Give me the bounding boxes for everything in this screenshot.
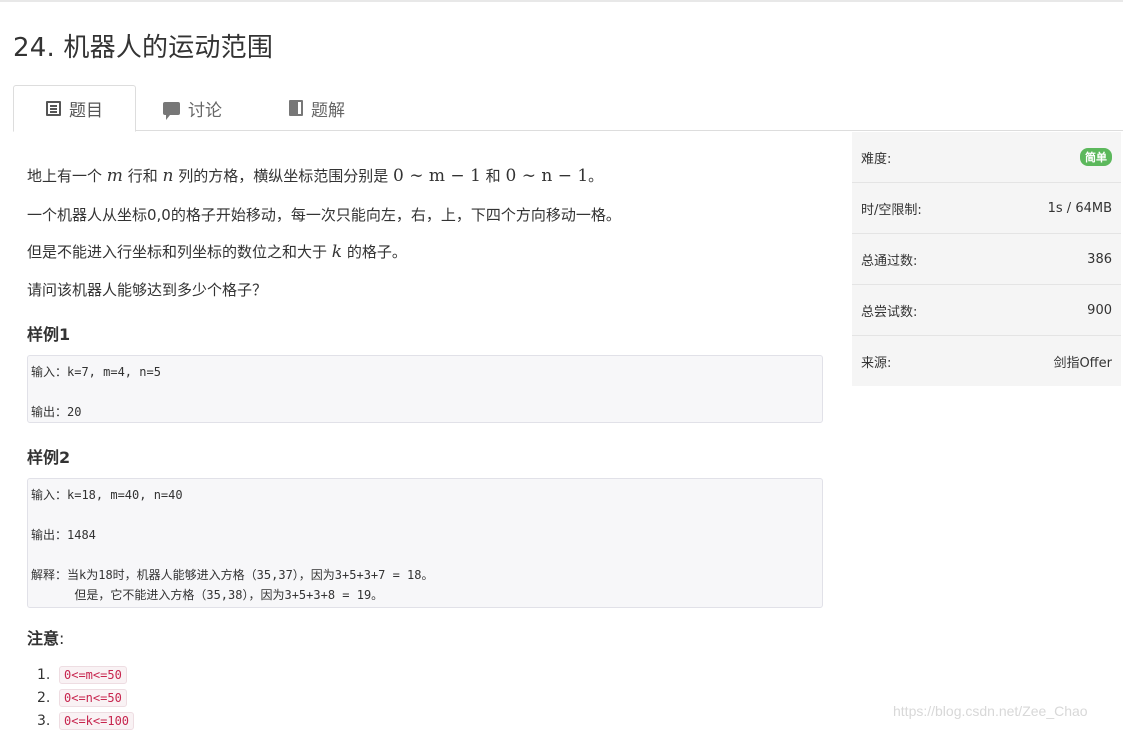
tab-problem[interactable]: 题目 xyxy=(13,85,136,132)
info-label: 来源: xyxy=(861,355,892,371)
list-item: 2. 0<=n<=50 xyxy=(37,686,134,709)
watermark: https://blog.csdn.net/Zee_Chao xyxy=(893,703,1088,719)
info-label: 时/空限制: xyxy=(861,202,922,218)
math-k: k xyxy=(331,242,343,262)
info-row-source: 来源: 剑指Offer xyxy=(852,336,1121,386)
inline-code: 0<=n<=50 xyxy=(59,688,127,707)
text-segment: 但是不能进入行坐标和列坐标的数位之和大于 xyxy=(27,243,328,261)
info-row-difficulty: 难度: 简单 xyxy=(852,132,1121,183)
math-range-m: 0 ∼ m − 1 xyxy=(393,166,481,186)
text-segment: 地上有一个 xyxy=(27,167,103,185)
text-segment: 。 xyxy=(588,167,604,185)
info-value: 900 xyxy=(1087,302,1112,318)
info-value: 1s / 64MB xyxy=(1047,200,1112,216)
math-n: n xyxy=(162,166,174,186)
notes-colon: : xyxy=(59,629,65,648)
book-icon xyxy=(289,100,303,116)
inline-code: 0<=k<=100 xyxy=(59,711,135,730)
notes-list: 1. 0<=m<=50 2. 0<=n<=50 3. 0<=k<=100 xyxy=(37,663,135,731)
math-m: m xyxy=(106,166,123,186)
list-icon xyxy=(46,101,61,116)
problem-line-3: 但是不能进入行坐标和列坐标的数位之和大于 k 的格子。 xyxy=(27,241,407,262)
info-value: 386 xyxy=(1087,251,1112,267)
tab-bar: 题目 讨论 题解 xyxy=(13,85,1123,132)
text-segment: 的格子。 xyxy=(346,243,407,261)
notes-heading-text: 注意 xyxy=(27,629,60,648)
info-label: 难度: xyxy=(861,151,892,167)
math-range-n: 0 ∼ n − 1 xyxy=(505,166,589,186)
info-value: 剑指Offer xyxy=(1053,355,1112,371)
list-item: 1. 0<=m<=50 xyxy=(37,663,134,686)
list-item: 3. 0<=k<=100 xyxy=(37,709,135,731)
problem-info-panel: 难度: 简单 时/空限制: 1s / 64MB 总通过数: 386 总尝试数: … xyxy=(852,132,1121,386)
inline-code: 0<=m<=50 xyxy=(59,665,127,684)
list-number: 2. xyxy=(37,689,51,706)
problem-line-4: 请问该机器人能够达到多少个格子？ xyxy=(27,281,268,299)
info-label: 总尝试数: xyxy=(861,304,918,320)
info-row-limits: 时/空限制: 1s / 64MB xyxy=(852,183,1121,234)
problem-line-2: 一个机器人从坐标0,0的格子开始移动，每一次只能向左，右，上，下四个方向移动一格… xyxy=(27,206,621,224)
top-border xyxy=(0,0,1123,2)
tab-problem-label: 题目 xyxy=(69,101,103,121)
tab-discuss-label: 讨论 xyxy=(188,100,222,121)
info-label: 总通过数: xyxy=(861,253,918,269)
example-1-code: 输入：k=7, m=4, n=5 输出：20 xyxy=(27,355,823,423)
info-row-accepted: 总通过数: 386 xyxy=(852,234,1121,285)
problem-line-1: 地上有一个 m 行和 n 列的方格，横纵坐标范围分别是 0 ∼ m − 1 和 … xyxy=(27,165,603,186)
difficulty-badge: 简单 xyxy=(1080,148,1112,166)
example-1-heading: 样例1 xyxy=(27,325,71,344)
text-segment: 行和 xyxy=(127,167,158,185)
notes-heading: 注意: xyxy=(27,625,64,649)
tab-solution[interactable]: 题解 xyxy=(289,85,379,131)
info-row-attempts: 总尝试数: 900 xyxy=(852,285,1121,336)
list-number: 3. xyxy=(37,712,51,729)
text-segment: 和 xyxy=(485,167,501,185)
list-number: 1. xyxy=(37,666,51,683)
tab-solution-label: 题解 xyxy=(311,100,345,121)
example-2-code: 输入：k=18, m=40, n=40 输出：1484 解释：当k为18时，机器… xyxy=(27,478,823,608)
chat-icon xyxy=(163,101,180,120)
page-title: 24. 机器人的运动范围 xyxy=(13,33,274,63)
text-segment: 列的方格，横纵坐标范围分别是 xyxy=(178,167,389,185)
tab-discuss[interactable]: 讨论 xyxy=(163,85,253,131)
example-2-heading: 样例2 xyxy=(27,448,71,467)
